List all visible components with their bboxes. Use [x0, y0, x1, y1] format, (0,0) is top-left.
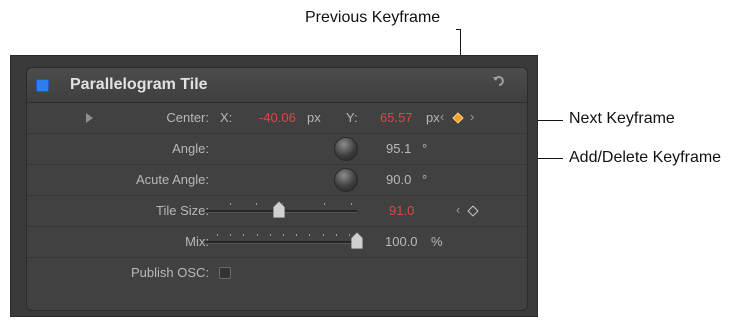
center-y-value[interactable]: 65.57 [380, 110, 413, 125]
tile-size-tick [351, 203, 352, 205]
mix-tick [283, 234, 284, 236]
tile-size-tick [230, 203, 231, 205]
mix-tick [230, 234, 232, 236]
angle-label: Angle: [172, 141, 209, 156]
tile-size-label: Tile Size: [156, 203, 209, 218]
mix-unit: % [431, 234, 443, 249]
angle-unit: ° [422, 141, 428, 156]
tile-size-tick [256, 203, 257, 205]
acute-angle-dial[interactable] [334, 168, 358, 192]
tile-size-tick [324, 203, 325, 205]
acute-angle-value[interactable]: 90.0 [386, 172, 411, 187]
center-x-value[interactable]: -40.06 [259, 110, 296, 125]
tile-size-value[interactable]: 91.0 [389, 203, 414, 218]
mix-tick [309, 234, 311, 236]
mix-tick [269, 234, 271, 236]
center-x-label: X: [220, 110, 233, 125]
mix-tick [349, 234, 350, 236]
mix-value[interactable]: 100.0 [385, 234, 418, 249]
publish-osc-label: Publish OSC: [130, 265, 209, 280]
mix-tick [243, 234, 245, 236]
filter-title: Parallelogram Tile [70, 76, 208, 93]
filter-group: Parallelogram Tile Center: X: -40.06 px … [26, 67, 528, 311]
filter-header: Parallelogram Tile [27, 68, 527, 103]
inspector-panel: Parallelogram Tile Center: X: -40.06 px … [10, 55, 538, 317]
mix-tick [335, 234, 337, 236]
mix-slider-track[interactable] [205, 241, 357, 244]
row-publish-osc: Publish OSC: [27, 258, 527, 288]
keyframe-diamond-icon[interactable] [467, 205, 479, 217]
center-label: Center: [166, 110, 209, 125]
center-x-unit: px [307, 110, 321, 125]
row-tile-size: Tile Size: 91.0 ‹ [27, 196, 527, 227]
row-acute-angle: Acute Angle: 90.0 ° [27, 165, 527, 196]
disclosure-triangle-icon[interactable] [86, 113, 93, 123]
row-center: Center: X: -40.06 px Y: 65.57 px ‹ › [27, 103, 527, 134]
row-angle: Angle: 95.1 ° [27, 134, 527, 165]
leader-previous-keyframe-tick [456, 29, 461, 30]
callout-add-delete-keyframe: Add/Delete Keyframe [569, 149, 722, 166]
center-y-label: Y: [346, 110, 358, 125]
next-keyframe-icon[interactable]: › [470, 109, 474, 124]
mix-tick [296, 234, 298, 236]
publish-osc-checkbox[interactable] [219, 267, 231, 279]
tile-size-slider-thumb[interactable] [272, 200, 286, 219]
previous-keyframe-icon[interactable]: ‹ [440, 109, 444, 124]
callout-previous-keyframe: Previous Keyframe [305, 9, 441, 26]
reset-arrow-icon[interactable] [489, 74, 509, 94]
row-mix: Mix: 100.0 % [27, 227, 527, 258]
mix-tick [217, 234, 218, 236]
mix-tick [322, 234, 324, 236]
acute-angle-unit: ° [422, 172, 428, 187]
angle-dial[interactable] [334, 137, 358, 161]
mix-slider-thumb[interactable] [350, 231, 364, 250]
previous-keyframe-icon[interactable]: ‹ [456, 202, 460, 217]
callout-next-keyframe: Next Keyframe [569, 110, 675, 127]
angle-value[interactable]: 95.1 [386, 141, 411, 156]
acute-angle-label: Acute Angle: [136, 172, 209, 187]
center-y-unit: px [426, 110, 440, 125]
enable-checkbox[interactable] [36, 79, 49, 92]
keyframe-diamond-icon[interactable] [452, 112, 464, 124]
mix-tick [256, 234, 258, 236]
